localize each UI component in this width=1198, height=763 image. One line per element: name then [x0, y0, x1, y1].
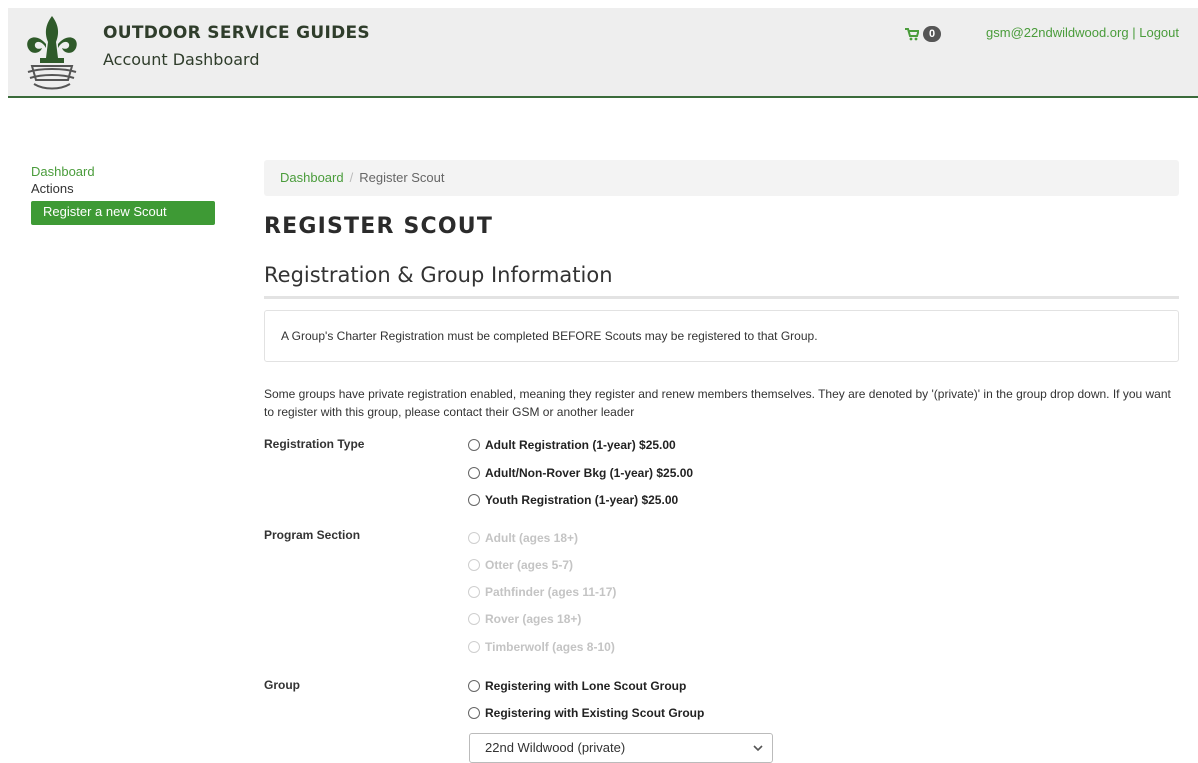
radio-circle[interactable]: [468, 467, 480, 479]
breadcrumb-current: Register Scout: [359, 170, 445, 185]
breadcrumb-dashboard-link[interactable]: Dashboard: [280, 170, 344, 185]
registration-type-label: Registration Type: [264, 437, 365, 451]
chevron-down-icon: [753, 745, 763, 752]
radio-program-adult[interactable]: Adult (ages 18+): [468, 529, 578, 547]
sidebar: Dashboard Actions Register a new Scout: [31, 164, 215, 225]
radio-label: Rover (ages 18+): [485, 612, 582, 626]
brand-subtitle: Account Dashboard: [103, 50, 260, 69]
sidebar-actions-heading: Actions: [31, 181, 74, 196]
logout-link[interactable]: Logout: [1139, 25, 1179, 40]
radio-label: Adult Registration (1-year) $25.00: [485, 438, 676, 452]
brand-title[interactable]: OUTDOOR SERVICE GUIDES: [103, 23, 370, 43]
radio-circle[interactable]: [468, 680, 480, 692]
radio-program-pathfinder[interactable]: Pathfinder (ages 11-17): [468, 583, 616, 601]
radio-youth-registration[interactable]: Youth Registration (1-year) $25.00: [468, 491, 678, 509]
private-registration-info: Some groups have private registration en…: [264, 387, 1171, 419]
radio-circle[interactable]: [468, 532, 480, 544]
radio-label: Youth Registration (1-year) $25.00: [485, 493, 679, 507]
radio-program-otter[interactable]: Otter (ages 5-7): [468, 556, 573, 574]
radio-label: Pathfinder (ages 11-17): [485, 585, 617, 599]
radio-program-timberwolf[interactable]: Timberwolf (ages 8-10): [468, 638, 615, 656]
radio-adult-non-rover[interactable]: Adult/Non-Rover Bkg (1-year) $25.00: [468, 464, 693, 482]
radio-adult-registration[interactable]: Adult Registration (1-year) $25.00: [468, 436, 676, 454]
radio-label: Adult (ages 18+): [485, 531, 579, 545]
register-new-scout-button[interactable]: Register a new Scout: [31, 201, 215, 225]
page-title: REGISTER SCOUT: [264, 214, 494, 239]
section-title: Registration & Group Information: [264, 263, 613, 287]
radio-circle[interactable]: [468, 439, 480, 451]
cart-count-badge: 0: [923, 26, 942, 42]
radio-label: Registering with Existing Scout Group: [485, 706, 705, 720]
radio-circle[interactable]: [468, 613, 480, 625]
radio-label: Registering with Lone Scout Group: [485, 679, 687, 693]
radio-label: Adult/Non-Rover Bkg (1-year) $25.00: [485, 466, 694, 480]
user-links: gsm@22ndwildwood.org | Logout: [986, 25, 1179, 40]
radio-circle[interactable]: [468, 586, 480, 598]
cart-icon: [905, 27, 919, 40]
radio-circle[interactable]: [468, 641, 480, 653]
breadcrumb: Dashboard / Register Scout: [264, 160, 1179, 196]
group-label: Group: [264, 678, 300, 692]
site-header: OUTDOOR SERVICE GUIDES Account Dashboard…: [8, 8, 1198, 98]
sidebar-item-dashboard[interactable]: Dashboard: [31, 164, 215, 180]
breadcrumb-separator: /: [349, 170, 354, 185]
group-select[interactable]: 22nd Wildwood (private): [469, 733, 773, 763]
radio-lone-scout-group[interactable]: Registering with Lone Scout Group: [468, 677, 686, 695]
separator: |: [1132, 25, 1136, 40]
program-section-label: Program Section: [264, 528, 361, 542]
radio-circle[interactable]: [468, 707, 480, 719]
radio-circle[interactable]: [468, 494, 480, 506]
fleur-de-lis-logo-icon[interactable]: [22, 14, 82, 92]
radio-label: Otter (ages 5-7): [485, 558, 574, 572]
radio-circle[interactable]: [468, 559, 480, 571]
radio-existing-scout-group[interactable]: Registering with Existing Scout Group: [468, 704, 704, 722]
radio-program-rover[interactable]: Rover (ages 18+): [468, 610, 581, 628]
user-email-link[interactable]: gsm@22ndwildwood.org: [986, 25, 1129, 40]
section-divider: [264, 296, 1179, 299]
radio-label: Timberwolf (ages 8-10): [485, 640, 615, 654]
cart-link[interactable]: 0: [905, 24, 942, 44]
charter-notice: A Group's Charter Registration must be c…: [264, 310, 1179, 362]
group-select-value: 22nd Wildwood (private): [485, 740, 626, 755]
